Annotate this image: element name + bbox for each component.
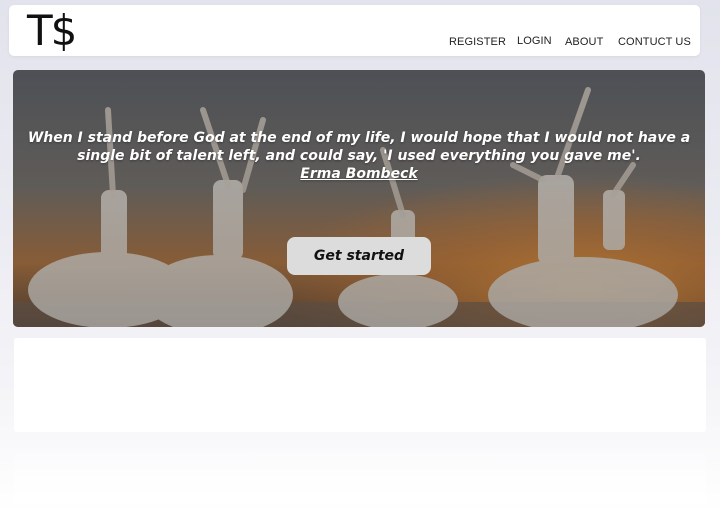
nav-contact-link[interactable]: CONTUCT US — [618, 36, 691, 48]
hero-background-image — [13, 70, 705, 327]
nav-about-link[interactable]: ABOUT — [565, 36, 603, 48]
lower-content-area — [14, 445, 706, 505]
get-started-button[interactable]: Get started — [287, 237, 431, 275]
logo[interactable]: T$ — [27, 8, 77, 54]
quote-author-link[interactable]: Erma Bombeck — [300, 166, 417, 182]
quote-line-1: When I stand before God at the end of my… — [27, 130, 691, 146]
nav-login-link[interactable]: LOGIN — [517, 35, 552, 47]
nav-register-link[interactable]: REGISTER — [449, 36, 506, 48]
navbar: T$ REGISTER LOGIN ABOUT CONTUCT US — [9, 5, 700, 56]
hero-quote: When I stand before God at the end of my… — [13, 129, 705, 183]
quote-line-2: single bit of talent left, and could say… — [77, 148, 641, 164]
hero-banner: When I stand before God at the end of my… — [13, 70, 705, 327]
content-panel — [14, 338, 706, 432]
